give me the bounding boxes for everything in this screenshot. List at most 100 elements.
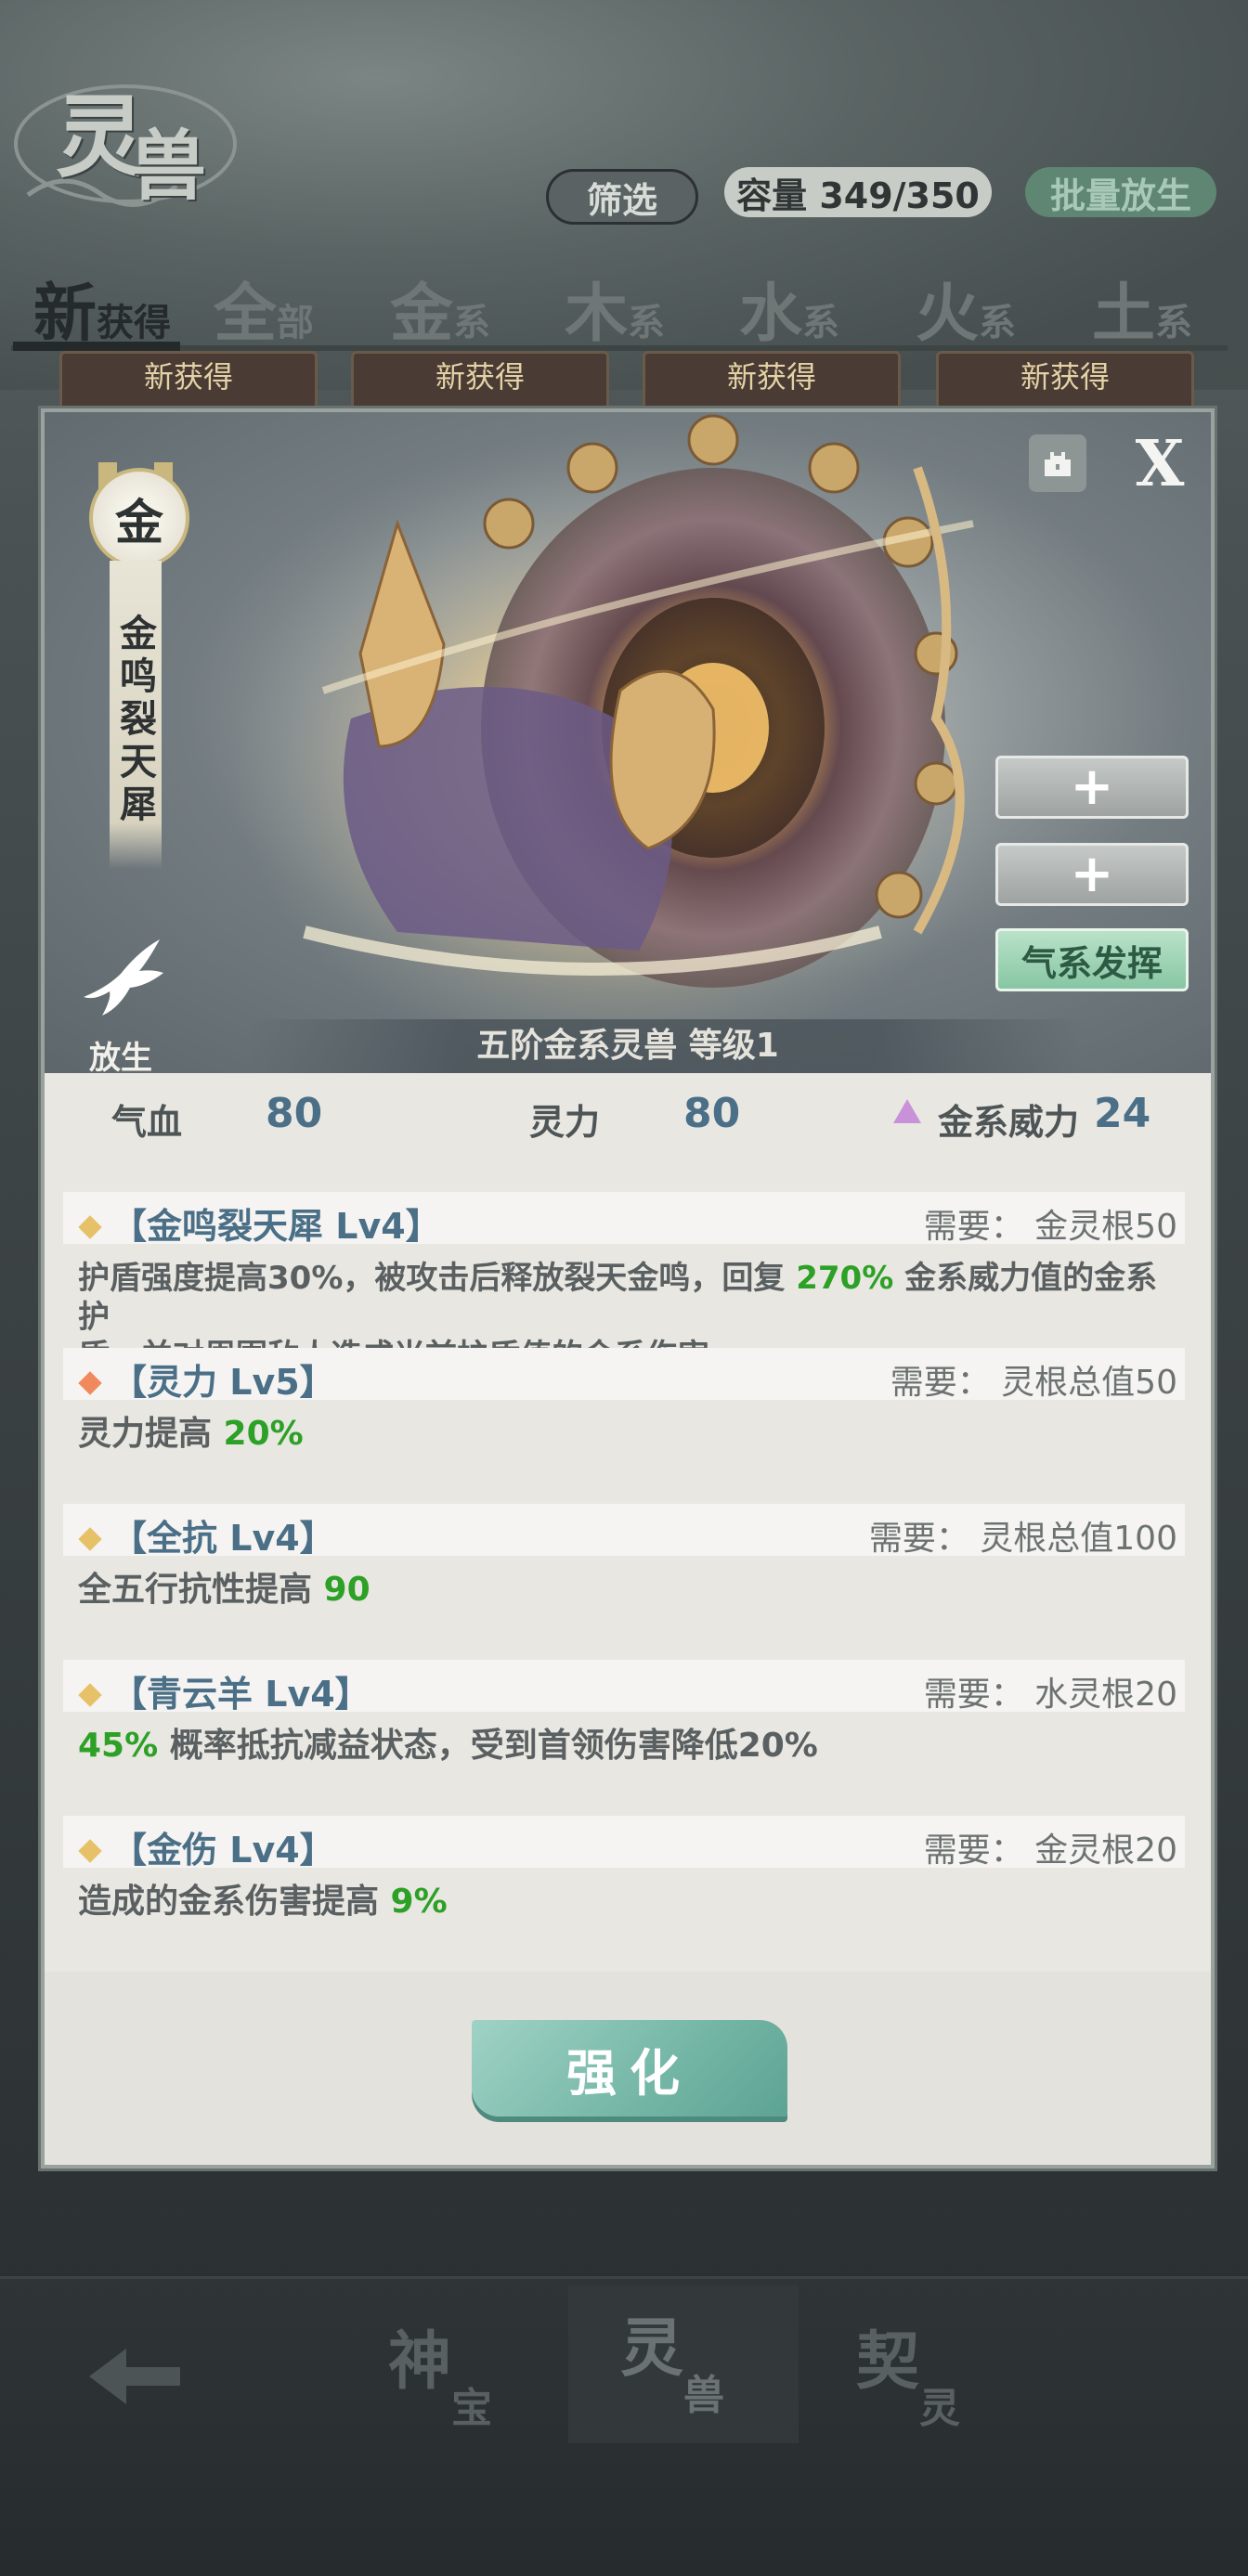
element-tabs: 新获得 全部 金系 木系 水系 火系 土系 [0, 243, 1248, 355]
tab-earth[interactable]: 土系 [1092, 262, 1192, 354]
skill-name-text: 【灵力 Lv5】 [111, 1362, 335, 1403]
skill-header: 【青云羊 Lv4】 需要： 水灵根20 [63, 1660, 1185, 1715]
element-emblem: 金 金鸣裂天犀 [89, 462, 189, 895]
skill-requirement: 需要： 水灵根20 [923, 1676, 1177, 1714]
beast-portrait-area: 五阶金系灵兽 等级1 金 金鸣裂天犀 放生 X + + 气系发挥 [45, 412, 1211, 1073]
tab-fire[interactable]: 火系 [916, 262, 1016, 354]
nav-item-beast[interactable]: 灵 兽 [620, 2297, 724, 2419]
tab-all-char: 全 [214, 277, 278, 351]
hp-label: 气血 [111, 1102, 183, 1143]
diamond-icon [78, 1214, 102, 1239]
tab-all-suffix: 部 [277, 301, 315, 344]
tab-new[interactable]: 新获得 [33, 262, 171, 354]
capacity-display: 容量 349/350 [724, 167, 992, 217]
nav-item-treasure[interactable]: 神 宝 [388, 2310, 492, 2432]
skill-requirement: 需要： 灵根总值50 [890, 1364, 1177, 1402]
desc-highlight: 270% [796, 1260, 894, 1297]
tab-earth-suffix: 系 [1155, 301, 1193, 344]
nav-char-sub: 宝 [451, 2385, 492, 2432]
beast-name: 金鸣裂天犀 [110, 561, 162, 869]
skill-name: 【金鸣裂天犀 Lv4】 [74, 1197, 441, 1249]
tab-earth-char: 土 [1092, 277, 1156, 351]
skill-requirement: 需要： 金灵根50 [923, 1208, 1177, 1246]
skill-description: 45% 概率抵抗减益状态，受到首领伤害降低20% [78, 1727, 1183, 1766]
nav-char-sub: 灵 [919, 2385, 960, 2432]
diamond-icon [78, 1838, 102, 1863]
power-label: 金系威力 [938, 1102, 1080, 1143]
page-title-logo: 灵 兽 [14, 56, 260, 214]
spirit-value: 80 [683, 1090, 741, 1137]
tab-water-char: 水 [739, 277, 803, 351]
skill-name: 【金伤 Lv4】 [74, 1821, 335, 1872]
nav-item-contract[interactable]: 契 灵 [856, 2310, 960, 2432]
skill-header: 【金伤 Lv4】 需要： 金灵根20 [63, 1816, 1185, 1871]
skill-name-text: 【金鸣裂天犀 Lv4】 [111, 1206, 441, 1247]
spirit-label: 灵力 [529, 1102, 601, 1143]
skill-requirement: 需要： 灵根总值100 [868, 1520, 1177, 1558]
skill-name: 【全抗 Lv4】 [74, 1509, 335, 1560]
desc-highlight: 9% [390, 1883, 448, 1921]
batch-release-button[interactable]: 批量放生 [1025, 167, 1216, 217]
tab-new-suffix: 获得 [97, 301, 172, 344]
title-char-2: 兽 [130, 122, 207, 211]
tab-fire-suffix: 系 [979, 301, 1017, 344]
nav-char: 神 [388, 2324, 452, 2399]
element-metal-badge: 金 [89, 468, 189, 568]
nav-char-sub: 兽 [683, 2372, 724, 2419]
tab-new-char: 新 [33, 277, 98, 351]
nav-char: 契 [856, 2324, 920, 2399]
back-button[interactable] [82, 2339, 193, 2414]
skill-header: 【金鸣裂天犀 Lv4】 需要： 金灵根50 [63, 1192, 1185, 1247]
desc-text: 护盾强度提高30%，被攻击后释放裂天金鸣，回复 [78, 1260, 797, 1297]
desc-highlight: 90 [323, 1571, 370, 1609]
tab-fire-char: 火 [916, 277, 980, 351]
tab-metal-char: 金 [390, 277, 454, 351]
bird-icon [84, 939, 163, 1016]
skill-header: 【灵力 Lv5】 需要： 灵根总值50 [63, 1348, 1185, 1403]
diamond-icon [78, 1370, 102, 1395]
lock-icon [1045, 452, 1071, 476]
power-value: 24 [1094, 1090, 1151, 1137]
tab-water[interactable]: 水系 [739, 262, 839, 354]
lock-button[interactable] [1029, 434, 1086, 492]
add-slot-button-2[interactable]: + [995, 843, 1189, 906]
desc-text: 概率抵抗减益状态，受到首领伤害降低20% [158, 1727, 818, 1765]
desc-text: 灵力提高 [78, 1415, 224, 1453]
skill-description: 全五行抗性提高 90 [78, 1571, 1183, 1610]
skill-description: 灵力提高 20% [78, 1415, 1183, 1454]
add-slot-button-1[interactable]: + [995, 756, 1189, 819]
arrow-left-icon [89, 2349, 180, 2404]
stats-row: 气血 80 灵力 80 金系威力 24 [45, 1079, 1211, 1153]
release-button[interactable]: 放生 [65, 932, 176, 1073]
diamond-icon [78, 1682, 102, 1707]
release-label: 放生 [89, 1040, 152, 1073]
desc-text: 全五行抗性提高 [78, 1571, 324, 1609]
filter-button[interactable]: 筛选 [546, 169, 698, 225]
up-triangle-icon [893, 1099, 921, 1123]
skill-name: 【青云羊 Lv4】 [74, 1665, 370, 1716]
desc-highlight: 20% [223, 1415, 304, 1453]
skill-name-text: 【青云羊 Lv4】 [111, 1674, 370, 1715]
tab-metal[interactable]: 金系 [390, 262, 490, 354]
tab-active-indicator [13, 342, 180, 351]
skill-header: 【全抗 Lv4】 需要： 灵根总值100 [63, 1504, 1185, 1559]
diamond-icon [78, 1526, 102, 1551]
tab-wood[interactable]: 木系 [565, 262, 665, 354]
nav-char: 灵 [620, 2311, 684, 2386]
desc-highlight: 45% [78, 1727, 159, 1765]
desc-text: 造成的金系伤害提高 [78, 1883, 391, 1921]
qi-type-button[interactable]: 气系发挥 [995, 928, 1189, 991]
tab-water-suffix: 系 [802, 301, 840, 344]
skill-name-text: 【全抗 Lv4】 [111, 1518, 335, 1559]
tab-all[interactable]: 全部 [214, 262, 314, 354]
skill-description: 造成的金系伤害提高 9% [78, 1883, 1183, 1922]
skill-requirement: 需要： 金灵根20 [923, 1832, 1177, 1870]
close-button[interactable]: X [1127, 427, 1192, 501]
tab-wood-suffix: 系 [628, 301, 666, 344]
tab-wood-char: 木 [565, 277, 629, 351]
beast-rank-level: 五阶金系灵兽 等级1 [476, 1027, 779, 1065]
hp-value: 80 [266, 1090, 323, 1137]
skill-name: 【灵力 Lv5】 [74, 1353, 335, 1405]
enhance-button[interactable]: 强化 [472, 2020, 787, 2116]
beast-detail-modal: 五阶金系灵兽 等级1 金 金鸣裂天犀 放生 X + + 气系发挥 气血 80 灵… [41, 408, 1215, 2168]
